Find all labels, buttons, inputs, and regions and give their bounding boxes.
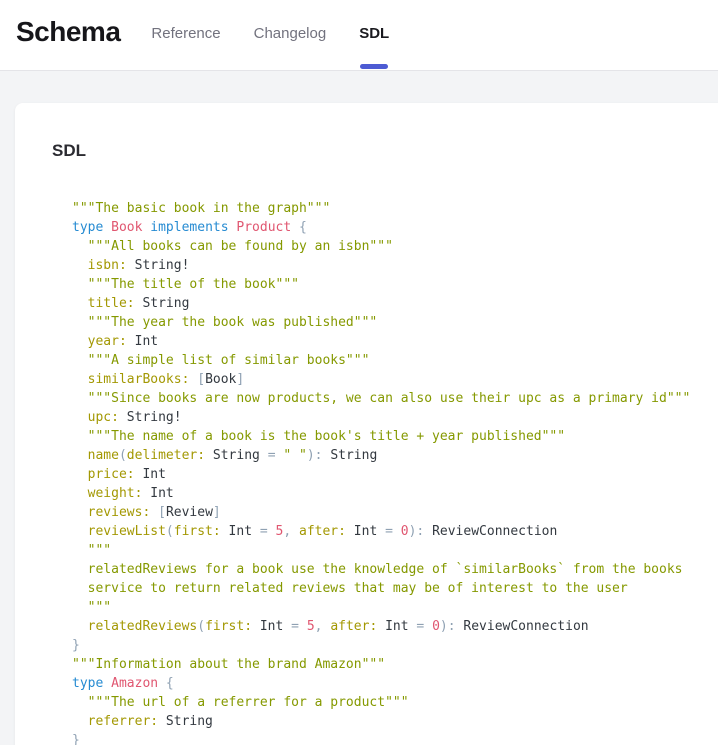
tab-bar: Reference Changelog SDL bbox=[151, 0, 389, 70]
sdl-code: """The basic book in the graph"""type Bo… bbox=[72, 199, 715, 745]
code-line: service to return related reviews that m… bbox=[72, 579, 715, 598]
code-line: type Amazon { bbox=[72, 674, 715, 693]
code-line: reviews: [Review] bbox=[72, 503, 715, 522]
page-body: SDL """The basic book in the graph"""typ… bbox=[0, 71, 718, 745]
code-line: """ bbox=[72, 541, 715, 560]
code-line: upc: String! bbox=[72, 408, 715, 427]
code-line: title: String bbox=[72, 294, 715, 313]
active-tab-indicator bbox=[360, 64, 388, 69]
code-line: """The year the book was published""" bbox=[72, 313, 715, 332]
code-line: name(delimeter: String = " "): String bbox=[72, 446, 715, 465]
code-line: """The title of the book""" bbox=[72, 275, 715, 294]
code-line: """Information about the brand Amazon""" bbox=[72, 655, 715, 674]
page-header: Schema Reference Changelog SDL bbox=[0, 0, 718, 71]
code-line: """The name of a book is the book's titl… bbox=[72, 427, 715, 446]
code-line: } bbox=[72, 731, 715, 745]
code-line: """The url of a referrer for a product""… bbox=[72, 693, 715, 712]
code-line: """Since books are now products, we can … bbox=[72, 389, 715, 408]
code-line: weight: Int bbox=[72, 484, 715, 503]
sdl-card: SDL """The basic book in the graph"""typ… bbox=[15, 103, 718, 745]
code-line: similarBooks: [Book] bbox=[72, 370, 715, 389]
code-line: """All books can be found by an isbn""" bbox=[72, 237, 715, 256]
tab-changelog-label: Changelog bbox=[254, 25, 327, 42]
code-line: referrer: String bbox=[72, 712, 715, 731]
code-line: type Book implements Product { bbox=[72, 218, 715, 237]
sdl-card-heading: SDL bbox=[52, 141, 715, 161]
code-line: """The basic book in the graph""" bbox=[72, 199, 715, 218]
code-line: year: Int bbox=[72, 332, 715, 351]
tab-reference-label: Reference bbox=[151, 25, 220, 42]
code-line: } bbox=[72, 636, 715, 655]
code-line: """A simple list of similar books""" bbox=[72, 351, 715, 370]
code-line: isbn: String! bbox=[72, 256, 715, 275]
code-line: reviewList(first: Int = 5, after: Int = … bbox=[72, 522, 715, 541]
tab-sdl-label: SDL bbox=[359, 25, 389, 42]
tab-sdl[interactable]: SDL bbox=[359, 0, 389, 68]
code-line: relatedReviews(first: Int = 5, after: In… bbox=[72, 617, 715, 636]
page-title: Schema bbox=[16, 16, 120, 48]
code-line: """ bbox=[72, 598, 715, 617]
code-line: price: Int bbox=[72, 465, 715, 484]
code-line: relatedReviews for a book use the knowle… bbox=[72, 560, 715, 579]
tab-reference[interactable]: Reference bbox=[151, 0, 220, 68]
tab-changelog[interactable]: Changelog bbox=[254, 0, 327, 68]
